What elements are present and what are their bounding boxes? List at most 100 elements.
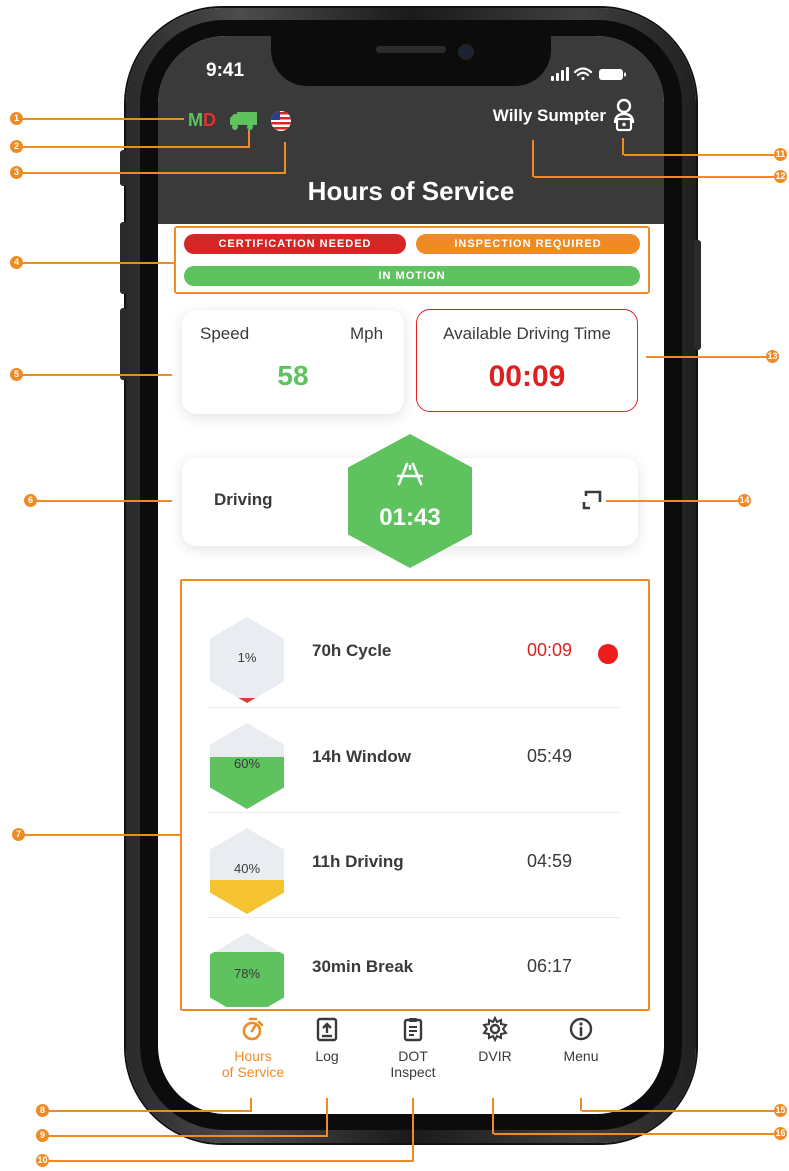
callout-6: 6: [24, 494, 37, 507]
phone-side-button-right: [694, 240, 701, 350]
callout-line-2: [16, 146, 250, 148]
available-driving-time-label: Available Driving Time: [443, 324, 611, 343]
notch-camera: [458, 44, 474, 60]
available-driving-time-card: Available Driving Time 00:09: [416, 309, 638, 412]
certification-needed-badge[interactable]: CERTIFICATION NEEDED: [184, 234, 406, 254]
callout-line-3b: [284, 142, 286, 173]
progress-hexagon: 1%: [210, 617, 284, 703]
speed-value: 58: [277, 360, 309, 391]
timer-row-11h-driving[interactable]: 40% 11h Driving 04:59: [182, 812, 648, 917]
duty-status-label: Driving: [214, 490, 273, 509]
timer-row-14h-window[interactable]: 60% 14h Window 05:49: [182, 707, 648, 812]
nav-label: DOT: [398, 1048, 428, 1064]
us-flag-icon[interactable]: [270, 110, 292, 132]
callout-line-6: [30, 500, 172, 502]
timer-label: 70h Cycle: [312, 641, 392, 660]
speed-label: Speed: [200, 324, 250, 343]
expand-icon[interactable]: [582, 490, 604, 512]
road-icon: [397, 462, 423, 486]
wifi-icon: [573, 67, 593, 81]
callout-line-11: [624, 154, 776, 156]
callout-line-4: [16, 262, 174, 264]
driving-status-hexagon[interactable]: 01:43: [348, 434, 472, 568]
callout-line-15: [582, 1110, 776, 1112]
nav-label: DVIR: [478, 1048, 512, 1064]
callout-3: 3: [10, 166, 23, 179]
nav-dvir[interactable]: DVIR: [450, 1016, 540, 1064]
timer-label: 11h Driving: [312, 852, 404, 871]
progress-fill: [210, 697, 284, 703]
phone-notch: [271, 36, 551, 86]
callout-line-5: [16, 374, 172, 376]
phone-side-button-left-3: [120, 308, 127, 380]
timer-time: 04:59: [527, 851, 573, 871]
inspection-required-badge[interactable]: INSPECTION REQUIRED: [416, 234, 640, 254]
user-name[interactable]: Willy Sumpter: [388, 106, 606, 126]
nav-log[interactable]: Log: [282, 1016, 372, 1064]
nav-menu[interactable]: Menu: [536, 1016, 626, 1064]
callout-5: 5: [10, 368, 23, 381]
callout-11: 11: [774, 148, 787, 161]
log-upload-icon: [316, 1017, 338, 1042]
gear-icon: [482, 1016, 508, 1042]
callout-15: 15: [774, 1104, 787, 1117]
page-title: Hours of Service: [307, 176, 515, 206]
callout-line-12: [534, 176, 776, 178]
callout-2: 2: [10, 140, 23, 153]
progress-percent: 40%: [233, 861, 261, 876]
alert-dot: [598, 644, 618, 664]
speed-card: Speed Mph 58: [182, 310, 404, 414]
callout-line-11b: [622, 138, 624, 155]
callout-line-3: [16, 172, 286, 174]
hos-timers-list: 1% 70h Cycle 00:09 60% 14h Window 05:49 …: [180, 579, 650, 1011]
nav-label: Menu: [563, 1048, 599, 1064]
notch-speaker: [376, 46, 446, 53]
callout-12: 12: [774, 170, 787, 183]
callout-line-10: [44, 1160, 414, 1162]
phone-side-button-left-1: [120, 150, 127, 186]
progress-percent: 60%: [233, 756, 261, 771]
status-icons: [551, 67, 626, 81]
callout-13: 13: [766, 350, 779, 363]
progress-hexagon: 78%: [210, 933, 284, 1007]
callout-line-8: [44, 1110, 252, 1112]
md-indicator: MD: [188, 110, 216, 130]
info-menu-icon: [569, 1017, 593, 1041]
phone-screen: 9:41 MD Willy Sumpter Hours of Service C…: [158, 36, 664, 1114]
callout-14: 14: [738, 494, 751, 507]
callout-line-14: [606, 500, 742, 502]
battery-icon: [599, 69, 626, 80]
progress-hexagon: 60%: [210, 723, 284, 809]
nav-dot-inspect[interactable]: DOT Inspect: [368, 1016, 458, 1080]
speed-unit: Mph: [350, 324, 384, 343]
callout-10: 10: [36, 1154, 49, 1167]
timer-time: 00:09: [527, 640, 573, 660]
timer-time: 05:49: [527, 746, 573, 766]
progress-percent: 78%: [233, 966, 261, 981]
callout-line-16: [494, 1133, 776, 1135]
callout-4: 4: [10, 256, 23, 269]
callout-line-10b: [412, 1098, 414, 1161]
driving-time-value: 01:43: [379, 504, 441, 531]
timer-row-30min-break[interactable]: 78% 30min Break 06:17: [182, 917, 648, 1007]
callout-line-15b: [580, 1098, 582, 1111]
status-time: 9:41: [206, 60, 245, 81]
alerts-panel: CERTIFICATION NEEDED INSPECTION REQUIRED…: [174, 226, 650, 294]
user-lock-icon[interactable]: [612, 98, 636, 132]
cellular-signal-icon: [551, 67, 569, 81]
truck-icon[interactable]: [230, 110, 258, 132]
callout-line-9b: [326, 1098, 328, 1136]
timer-label: 30min Break: [312, 957, 414, 976]
callout-line-13: [646, 356, 774, 358]
progress-hexagon: 40%: [210, 828, 284, 914]
callout-16: 16: [774, 1127, 787, 1140]
callout-line-7: [18, 834, 180, 836]
callout-8: 8: [36, 1104, 49, 1117]
timer-row-70h-cycle[interactable]: 1% 70h Cycle 00:09: [182, 601, 648, 706]
callout-9: 9: [36, 1129, 49, 1142]
stopwatch-icon: [242, 1017, 264, 1041]
progress-percent: 1%: [237, 650, 257, 665]
timer-time: 06:17: [527, 956, 573, 976]
progress-fill: [210, 879, 284, 914]
nav-label: of Service: [221, 1064, 285, 1080]
